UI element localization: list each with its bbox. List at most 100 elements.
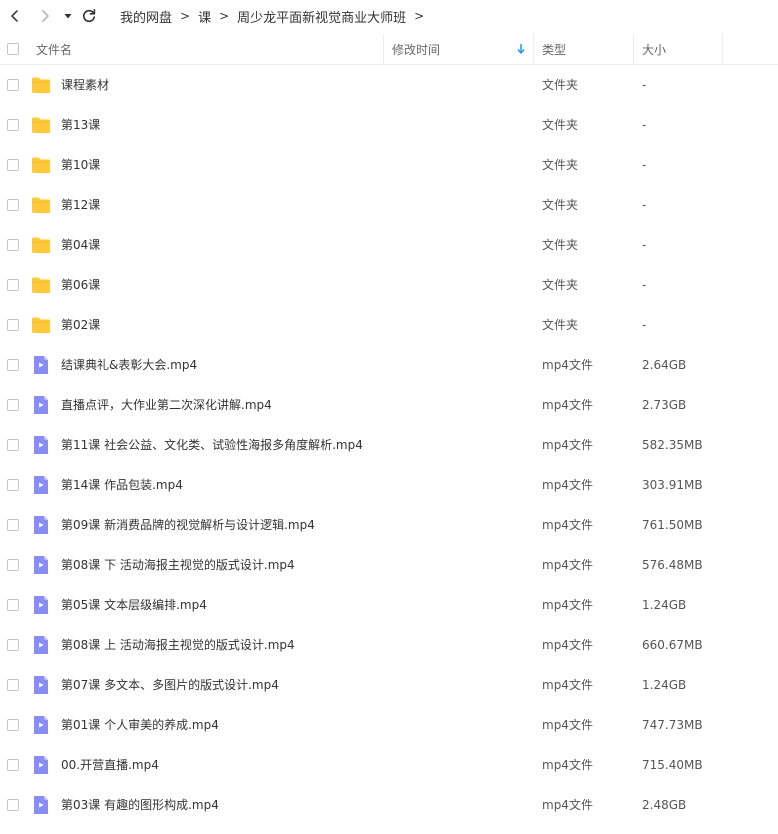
file-name[interactable]: 第07课 多文本、多图片的版式设计.mp4 [61,665,279,705]
column-divider[interactable] [383,34,384,64]
row-checkbox[interactable] [7,79,19,91]
file-type: 文件夹 [542,158,579,172]
file-row[interactable]: 第13课 文件夹 - [0,105,778,145]
row-checkbox[interactable] [7,239,19,251]
file-size: 660.67MB [642,638,703,652]
file-type: mp4文件 [542,398,593,412]
file-row[interactable]: 第08课 下 活动海报主视觉的版式设计.mp4 mp4文件 576.48MB [0,545,778,585]
file-name[interactable]: 第08课 上 活动海报主视觉的版式设计.mp4 [61,625,295,665]
file-row[interactable]: 第14课 作品包装.mp4 mp4文件 303.91MB [0,465,778,505]
file-name[interactable]: 第03课 有趣的图形构成.mp4 [61,785,219,825]
breadcrumb-separator[interactable]: > [414,9,424,23]
row-checkbox[interactable] [7,639,19,651]
row-checkbox[interactable] [7,479,19,491]
chevron-left-icon [11,10,18,22]
row-checkbox[interactable] [7,279,19,291]
row-checkbox[interactable] [7,599,19,611]
breadcrumb-separator: > [219,9,230,23]
breadcrumb: 我的网盘 > 课 > 周少龙平面新视觉商业大师班 > [120,0,432,32]
back-button[interactable] [4,5,26,27]
file-row[interactable]: 第01课 个人审美的养成.mp4 mp4文件 747.73MB [0,705,778,745]
file-name[interactable]: 第04课 [61,225,100,265]
video-file-icon [34,636,48,654]
file-size: - [642,158,647,172]
file-row[interactable]: 第09课 新消费品牌的视觉解析与设计逻辑.mp4 mp4文件 761.50MB [0,505,778,545]
file-name[interactable]: 00.开营直播.mp4 [61,745,159,785]
row-checkbox[interactable] [7,799,19,811]
file-name[interactable]: 直播点评，大作业第二次深化讲解.mp4 [61,385,272,425]
file-row[interactable]: 第10课 文件夹 - [0,145,778,185]
folder-icon [32,317,50,333]
row-checkbox[interactable] [7,159,19,171]
folder-icon [32,117,50,133]
row-checkbox[interactable] [7,399,19,411]
file-name[interactable]: 第14课 作品包装.mp4 [61,465,183,505]
file-type: 文件夹 [542,118,579,132]
row-checkbox[interactable] [7,679,19,691]
video-file-icon [34,596,48,614]
column-modified-header[interactable]: 修改时间 [392,34,440,64]
column-divider[interactable] [722,34,723,64]
file-name[interactable]: 第01课 个人审美的养成.mp4 [61,705,219,745]
history-dropdown-button[interactable] [58,5,78,27]
file-row[interactable]: 00.开营直播.mp4 mp4文件 715.40MB [0,745,778,785]
file-size: - [642,278,647,292]
file-type: mp4文件 [542,598,593,612]
file-type: mp4文件 [542,758,593,772]
file-type: mp4文件 [542,798,593,812]
file-name[interactable]: 第12课 [61,185,100,225]
caret-down-icon [64,14,72,19]
column-type-header[interactable]: 类型 [542,34,566,64]
file-name[interactable]: 第05课 文本层级编排.mp4 [61,585,207,625]
row-checkbox[interactable] [7,519,19,531]
file-row[interactable]: 第02课 文件夹 - [0,305,778,345]
file-row[interactable]: 第04课 文件夹 - [0,225,778,265]
file-size: 582.35MB [642,438,703,452]
column-header: 文件名 修改时间 类型 大小 [0,34,778,65]
row-checkbox[interactable] [7,759,19,771]
column-name-header[interactable]: 文件名 [36,34,72,64]
column-divider[interactable] [633,34,634,64]
column-divider[interactable] [533,34,534,64]
sort-descending-icon[interactable] [516,43,526,55]
row-checkbox[interactable] [7,199,19,211]
breadcrumb-item-course[interactable]: 课 [198,7,211,26]
refresh-button[interactable] [78,5,100,27]
file-row[interactable]: 结课典礼&表彰大会.mp4 mp4文件 2.64GB [0,345,778,385]
file-row[interactable]: 直播点评，大作业第二次深化讲解.mp4 mp4文件 2.73GB [0,385,778,425]
file-row[interactable]: 第06课 文件夹 - [0,265,778,305]
file-name[interactable]: 第06课 [61,265,100,305]
breadcrumb-item-root[interactable]: 我的网盘 [120,7,172,26]
file-name[interactable]: 第13课 [61,105,100,145]
file-row[interactable]: 第12课 文件夹 - [0,185,778,225]
breadcrumb-item-current[interactable]: 周少龙平面新视觉商业大师班 [237,7,406,26]
file-name[interactable]: 第02课 [61,305,100,345]
row-checkbox[interactable] [7,719,19,731]
column-size-header[interactable]: 大小 [642,34,666,64]
file-name[interactable]: 课程素材 [61,65,109,105]
row-checkbox[interactable] [7,439,19,451]
file-row[interactable]: 第11课 社会公益、文化类、试验性海报多角度解析.mp4 mp4文件 582.35M… [0,425,778,465]
file-row[interactable]: 第08课 上 活动海报主视觉的版式设计.mp4 mp4文件 660.67MB [0,625,778,665]
file-row[interactable]: 第05课 文本层级编排.mp4 mp4文件 1.24GB [0,585,778,625]
file-row[interactable]: 第03课 有趣的图形构成.mp4 mp4文件 2.48GB [0,785,778,825]
file-name[interactable]: 第10课 [61,145,100,185]
file-name[interactable]: 第11课 社会公益、文化类、试验性海报多角度解析.mp4 [61,425,363,465]
folder-icon [32,197,50,213]
file-name[interactable]: 结课典礼&表彰大会.mp4 [61,345,197,385]
row-checkbox[interactable] [7,319,19,331]
select-all-checkbox[interactable] [7,43,19,55]
file-size: 576.48MB [642,558,703,572]
file-row[interactable]: 课程素材 文件夹 - [0,65,778,105]
row-checkbox[interactable] [7,359,19,371]
row-checkbox[interactable] [7,119,19,131]
forward-button[interactable] [34,5,56,27]
video-file-icon [34,356,48,374]
file-size: 1.24GB [642,598,687,612]
row-checkbox[interactable] [7,559,19,571]
file-type: mp4文件 [542,518,593,532]
file-row[interactable]: 第07课 多文本、多图片的版式设计.mp4 mp4文件 1.24GB [0,665,778,705]
file-browser: 我的网盘 > 课 > 周少龙平面新视觉商业大师班 > 文件名 修改时间 类型 大… [0,0,778,834]
file-name[interactable]: 第08课 下 活动海报主视觉的版式设计.mp4 [61,545,295,585]
file-name[interactable]: 第09课 新消费品牌的视觉解析与设计逻辑.mp4 [61,505,315,545]
